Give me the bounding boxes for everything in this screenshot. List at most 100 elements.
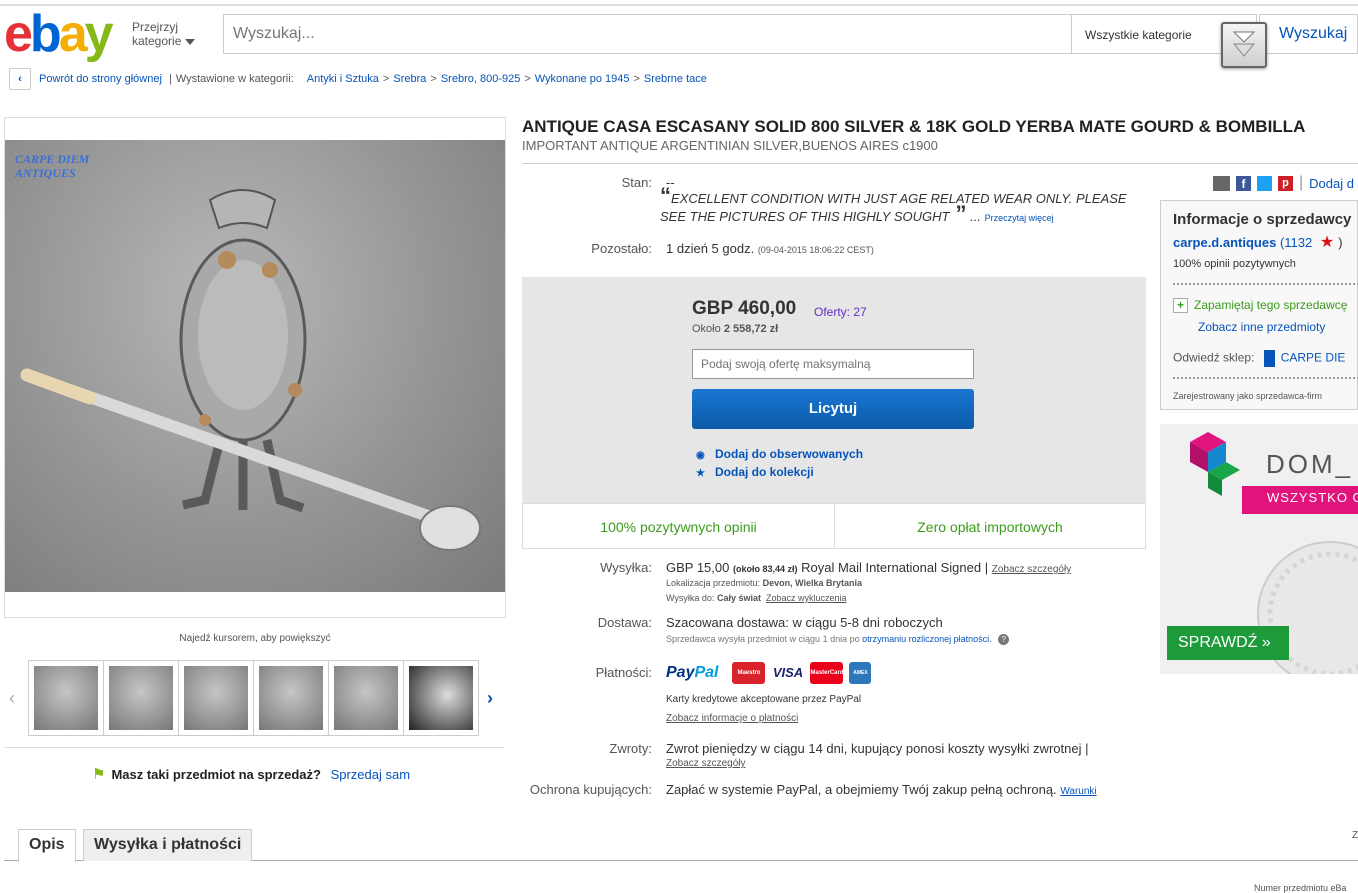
exclusions-link[interactable]: Zobacz wykluczenia <box>766 593 847 603</box>
item-title: ANTIQUE CASA ESCASANY SOLID 800 SILVER &… <box>522 117 1306 136</box>
chevron-right-icon[interactable]: › <box>487 688 493 709</box>
listed-in-label: Wystawione w kategorii: <box>175 73 294 85</box>
tab-description[interactable]: Opis <box>18 829 76 862</box>
store-link[interactable]: CARPE DIE <box>1281 351 1346 365</box>
breadcrumb-item[interactable]: Srebro, 800-925 <box>441 73 521 85</box>
separator: | <box>168 73 172 85</box>
shipping-details-link[interactable]: Zobacz szczegóły <box>992 564 1071 575</box>
breadcrumb-item[interactable]: Wykonane po 1945 <box>535 73 630 85</box>
approx-price: Około 2 558,72 zł <box>692 323 779 335</box>
terms-link[interactable]: Warunki <box>1060 786 1096 797</box>
item-location: Lokalizacja przedmiotu: Devon, Wielka Br… <box>666 578 863 588</box>
condition-label: Stan: <box>621 175 652 190</box>
shipping-label: Wysyłka: <box>600 560 652 575</box>
advertisement[interactable]: DOM_ WSZYSTKO O SPRAWDŹ » <box>1160 424 1358 674</box>
logo-letter-y: y <box>84 5 114 63</box>
browse-categories-button[interactable]: Przejrzyj kategorie <box>132 20 196 48</box>
search-input[interactable] <box>223 14 1072 54</box>
returns-label: Zwroty: <box>609 741 652 756</box>
returns-text: Zwrot pieniędzy w ciągu 14 dni, kupujący… <box>666 741 1089 756</box>
red-star-icon: ★ <box>1319 234 1335 251</box>
breadcrumb-item[interactable]: Srebra <box>393 73 426 85</box>
condition-quote: “EXCELLENT CONDITION WITH JUST AGE RELAT… <box>660 183 1127 226</box>
watermark: CARPE DIEM ANTIQUES <box>15 152 90 180</box>
payments-label: Płatności: <box>595 665 652 680</box>
tag-icon: ⚑ <box>92 766 106 783</box>
registered-business: Zarejestrowany jako sprzedawca-firm <box>1173 391 1323 401</box>
payment-logos: PayPal Maestro VISA MasterCard AMEX <box>666 661 877 685</box>
max-bid-input[interactable] <box>692 349 974 379</box>
thumbnail[interactable] <box>328 660 404 736</box>
logo-letter-a: a <box>58 5 88 63</box>
edge-char: Z <box>1352 830 1358 841</box>
facebook-icon[interactable]: f <box>1236 175 1251 191</box>
cards-note: Karty kredytowe akceptowane przez PayPal <box>666 694 862 705</box>
separator: | <box>1299 174 1304 191</box>
amex-icon: AMEX <box>849 662 872 684</box>
payment-info-link[interactable]: Zobacz informacje o płatności <box>666 713 798 724</box>
bid-count-link[interactable]: Oferty: 27 <box>814 305 867 319</box>
back-home-link[interactable]: Powrót do strony głównej <box>39 73 162 85</box>
browse-line1: Przejrzyj <box>132 20 179 34</box>
ad-brand: DOM_ <box>1266 449 1354 479</box>
breadcrumb-item[interactable]: Antyki i Sztuka <box>307 73 379 85</box>
help-icon[interactable]: ? <box>998 634 1010 645</box>
chevron-separator: > <box>524 73 531 85</box>
visa-icon: VISA <box>771 662 805 684</box>
thumbnail-strip <box>28 660 479 736</box>
browse-line2: kategorie <box>132 34 182 48</box>
top-border <box>0 4 1358 6</box>
cleared-payment-link[interactable]: otrzymaniu rozliczonej płatności. <box>862 634 992 644</box>
star-icon: ★ <box>696 468 705 479</box>
twitter-icon[interactable] <box>1257 175 1272 191</box>
breadcrumb-item[interactable]: Srebrne tace <box>644 73 707 85</box>
seller-name-link[interactable]: carpe.d.antiques <box>1173 235 1276 250</box>
thumbnail[interactable] <box>103 660 179 736</box>
feedback-score-link[interactable]: (1132 <box>1280 235 1312 250</box>
time-left-value: 1 dzień 5 godz. (09-04-2015 18:06:22 CES… <box>666 241 874 256</box>
time-left-label: Pozostało: <box>591 241 652 256</box>
shipping-cost-line: GBP 15,00 (około 83,44 zł) Royal Mail In… <box>666 560 1072 575</box>
maestro-icon: Maestro <box>732 662 766 684</box>
item-subtitle: IMPORTANT ANTIQUE ARGENTINIAN SILVER,BUE… <box>522 138 938 153</box>
add-to-list-link[interactable]: Dodaj d <box>1309 176 1354 191</box>
thumbnail[interactable] <box>28 660 104 736</box>
sell-yourself-link[interactable]: Sprzedaj sam <box>331 767 410 782</box>
chevron-left-icon[interactable]: ‹ <box>9 688 15 709</box>
perk-feedback: 100% pozytywnych opinii <box>522 503 835 549</box>
end-time: (09-04-2015 18:06:22 CEST) <box>757 245 874 255</box>
quote-open-icon: “ <box>660 183 671 208</box>
returns-details-link[interactable]: Zobacz szczegóły <box>666 758 745 769</box>
email-icon[interactable] <box>1213 175 1230 191</box>
thumbnail[interactable] <box>253 660 329 736</box>
delivery-note: Sprzedawca wysyła przedmiot w ciągu 1 dn… <box>666 634 1010 645</box>
thumbnail[interactable] <box>178 660 254 736</box>
mate-gourd-illustration <box>20 189 481 551</box>
add-collection-link[interactable]: ★ Dodaj do kolekcji <box>696 465 814 479</box>
other-items-link[interactable]: Zobacz inne przedmioty <box>1198 320 1325 334</box>
search-button[interactable]: Wyszukaj <box>1259 14 1358 54</box>
read-more-link[interactable]: Przeczytaj więcej <box>985 213 1054 223</box>
pinterest-icon[interactable]: p <box>1278 175 1293 191</box>
sell-prompt: ⚑ Masz taki przedmiot na sprzedaż? Sprzed… <box>92 765 410 783</box>
current-price: GBP 460,00 <box>692 298 797 319</box>
back-arrow-icon[interactable]: ‹ <box>9 68 31 91</box>
ebay-logo[interactable]: ebay <box>4 5 114 63</box>
save-seller-link[interactable]: + Zapamiętaj tego sprzedawcę <box>1173 298 1347 313</box>
logo-letter-e: e <box>4 5 33 63</box>
main-product-image[interactable]: CARPE DIEM ANTIQUES <box>5 140 505 592</box>
place-bid-button[interactable]: Licytuj <box>692 389 974 429</box>
ad-cta-button[interactable]: SPRAWDŹ » <box>1167 626 1289 660</box>
tab-shipping-payments[interactable]: Wysyłka i płatności <box>83 829 253 861</box>
thumbnail[interactable] <box>403 660 479 736</box>
chevron-separator: > <box>382 73 390 85</box>
logo-letter-b: b <box>29 5 62 63</box>
autoscroll-icon[interactable] <box>1221 22 1267 68</box>
dotted-divider <box>1173 283 1358 285</box>
caret-down-icon <box>185 38 196 45</box>
delivery-label: Dostawa: <box>597 615 652 630</box>
breadcrumb: ‹ Powrót do strony głównej | Wystawione w … <box>9 68 707 91</box>
divider <box>4 747 504 748</box>
watch-link[interactable]: ◉ Dodaj do obserwowanych <box>696 447 863 461</box>
ad-banner-text: WSZYSTKO O <box>1267 490 1358 505</box>
